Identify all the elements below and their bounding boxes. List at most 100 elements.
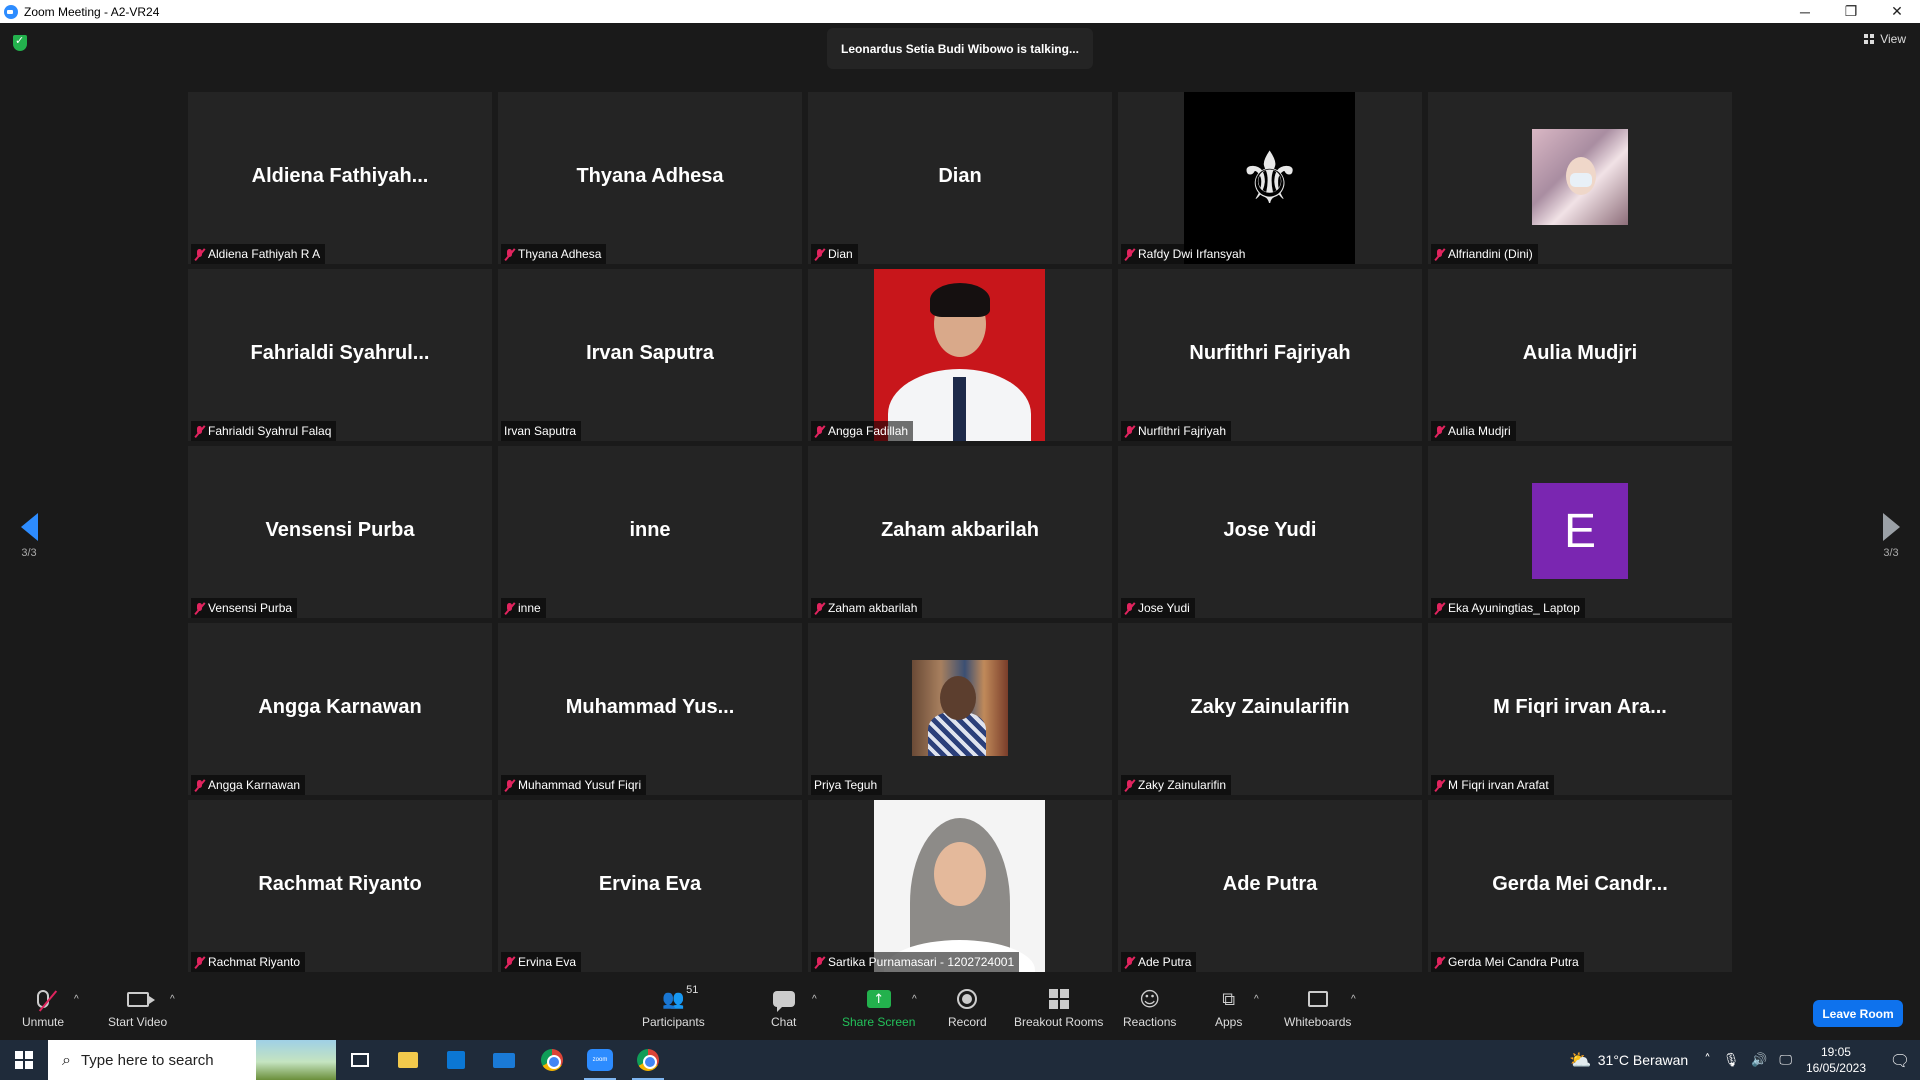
task-view-button[interactable] [336, 1040, 384, 1080]
whiteboards-button[interactable]: Whiteboards [1284, 986, 1351, 1029]
participant-tile[interactable]: ⚜ Rafdy Dwi Irfansyah [1118, 92, 1422, 264]
participant-tile[interactable]: Zaky Zainularifin Zaky Zainularifin [1118, 623, 1422, 795]
video-options-caret-icon[interactable]: ^ [170, 994, 175, 1005]
participant-display-name: Angga Karnawan [258, 695, 422, 718]
muted-mic-icon [194, 248, 205, 261]
chat-button[interactable]: Chat [771, 986, 796, 1029]
participants-button[interactable]: 👥 51 Participants [642, 984, 705, 1029]
next-page-button[interactable]: 3/3 [1866, 513, 1916, 559]
participant-tile[interactable]: inne inne [498, 446, 802, 618]
participant-profile-photo [912, 660, 1008, 756]
participant-display-name: Ervina Eva [598, 872, 702, 895]
file-explorer-button[interactable] [384, 1040, 432, 1080]
reactions-button[interactable]: ☺ Reactions [1123, 986, 1176, 1029]
participant-tile[interactable]: Priya Teguh [808, 623, 1112, 795]
restore-button[interactable]: ❐ [1828, 0, 1874, 23]
minimize-button[interactable]: ─ [1782, 0, 1828, 23]
chrome-active-icon [637, 1049, 659, 1071]
participant-tile[interactable]: Muhammad Yus... Muhammad Yusuf Fiqri [498, 623, 802, 795]
participant-name-tag: Priya Teguh [811, 775, 883, 795]
clock-date: 16/05/2023 [1805, 1061, 1866, 1075]
breakout-rooms-button[interactable]: Breakout Rooms [1014, 986, 1103, 1029]
participant-tile[interactable]: M Fiqri irvan Ara... M Fiqri irvan Arafat [1428, 623, 1732, 795]
muted-mic-icon [194, 956, 205, 969]
participant-tile[interactable]: Nurfithri Fajriyah Nurfithri Fajriyah [1118, 269, 1422, 441]
participant-name: Ervina Eva [518, 955, 577, 969]
participant-name: Ade Putra [1138, 955, 1192, 969]
participant-name-tag: Vensensi Purba [191, 598, 298, 618]
microphone-icon[interactable]: 🎙 [1723, 1053, 1740, 1068]
leave-room-button[interactable]: Leave Room [1813, 1000, 1903, 1027]
mail-button[interactable] [480, 1040, 528, 1080]
apps-options-caret-icon[interactable]: ^ [1254, 994, 1259, 1005]
zoom-taskbar-button[interactable]: zoom [576, 1040, 624, 1080]
participant-tile[interactable]: Sartika Purnamasari - 1202724001 [808, 800, 1112, 972]
participant-tile[interactable]: Alfriandini (Dini) [1428, 92, 1732, 264]
chrome-button[interactable] [528, 1040, 576, 1080]
record-button[interactable]: Record [948, 986, 987, 1029]
participant-name-tag: Sartika Purnamasari - 1202724001 [811, 952, 1020, 972]
participant-name: M Fiqri irvan Arafat [1448, 778, 1549, 792]
participant-name: Irvan Saputra [504, 424, 577, 438]
participant-tile[interactable]: Ade Putra Ade Putra [1118, 800, 1422, 972]
audio-options-caret-icon[interactable]: ^ [74, 994, 79, 1005]
share-screen-button[interactable]: ↑ Share Screen [842, 986, 915, 1029]
start-video-button[interactable]: Start Video [108, 986, 167, 1029]
participant-tile[interactable]: Vensensi Purba Vensensi Purba [188, 446, 492, 618]
chat-options-caret-icon[interactable]: ^ [812, 994, 817, 1005]
clock[interactable]: 19:05 16/05/2023 [1806, 1044, 1866, 1076]
participant-tile[interactable]: E Eka Ayuningtias_ Laptop [1428, 446, 1732, 618]
weather-text[interactable]: 31°C Berawan [1598, 1052, 1688, 1068]
share-screen-label: Share Screen [842, 1015, 916, 1029]
share-options-caret-icon[interactable]: ^ [912, 994, 917, 1005]
previous-page-button[interactable]: 3/3 [4, 513, 54, 559]
start-button[interactable] [0, 1040, 48, 1080]
participant-tile[interactable]: Irvan Saputra Irvan Saputra [498, 269, 802, 441]
participant-name: Aulia Mudjri [1448, 424, 1511, 438]
participant-display-name: Fahrialdi Syahrul... [250, 341, 430, 364]
participant-display-name: Muhammad Yus... [565, 695, 735, 718]
network-icon[interactable]: 🖵 [1779, 1053, 1792, 1068]
participant-name: Alfriandini (Dini) [1448, 247, 1533, 261]
muted-mic-icon [504, 248, 515, 261]
participant-portrait-photo [874, 800, 1045, 972]
encryption-shield-icon[interactable] [13, 34, 27, 51]
video-off-icon [126, 991, 155, 1007]
participant-tile[interactable]: Thyana Adhesa Thyana Adhesa [498, 92, 802, 264]
taskbar-search-box[interactable]: ⌕ Type here to search [48, 1040, 336, 1080]
reactions-smiley-icon: ☺ [1139, 987, 1161, 1011]
participant-name-tag: Rafdy Dwi Irfansyah [1121, 244, 1251, 264]
participant-tile[interactable]: Ervina Eva Ervina Eva [498, 800, 802, 972]
unmute-button[interactable]: Unmute [22, 986, 64, 1029]
chevron-up-icon[interactable]: ˄ [1704, 1053, 1711, 1068]
speaker-icon[interactable]: 🔊 [1751, 1053, 1767, 1068]
participant-profile-photo [1532, 129, 1628, 225]
participant-name-tag: Aldiena Fathiyah R A [191, 244, 326, 264]
participant-tile[interactable]: Aldiena Fathiyah... Aldiena Fathiyah R A [188, 92, 492, 264]
chrome-active-button[interactable] [624, 1040, 672, 1080]
participant-tile[interactable]: Dian Dian [808, 92, 1112, 264]
participant-name-tag: Nurfithri Fajriyah [1121, 421, 1232, 441]
search-highlight-image [256, 1040, 336, 1080]
participant-name-tag: Zaky Zainularifin [1121, 775, 1232, 795]
participant-tile[interactable]: Jose Yudi Jose Yudi [1118, 446, 1422, 618]
muted-mic-icon [504, 956, 515, 969]
apps-button[interactable]: ⧉ Apps [1215, 986, 1242, 1030]
page-indicator-left: 3/3 [21, 547, 37, 559]
participant-tile[interactable]: Gerda Mei Candr... Gerda Mei Candra Putra [1428, 800, 1732, 972]
page-indicator-right: 3/3 [1883, 547, 1899, 559]
muted-mic-icon [194, 425, 205, 438]
view-button[interactable]: View [1864, 32, 1906, 46]
participant-tile[interactable]: Zaham akbarilah Zaham akbarilah [808, 446, 1112, 618]
notification-button[interactable]: 🗨 [1880, 1040, 1920, 1080]
participant-display-name: Aldiena Fathiyah... [251, 164, 429, 187]
whiteboard-options-caret-icon[interactable]: ^ [1351, 994, 1356, 1005]
close-button[interactable]: ✕ [1874, 0, 1920, 23]
microsoft-store-button[interactable] [432, 1040, 480, 1080]
participant-tile[interactable]: Fahrialdi Syahrul... Fahrialdi Syahrul Fa… [188, 269, 492, 441]
participant-tile[interactable]: Angga Karnawan Angga Karnawan [188, 623, 492, 795]
participant-tile[interactable]: Rachmat Riyanto Rachmat Riyanto [188, 800, 492, 972]
participant-tile[interactable]: Angga Fadillah [808, 269, 1112, 441]
apps-icon: ⧉ [1222, 988, 1236, 1010]
participant-tile[interactable]: Aulia Mudjri Aulia Mudjri [1428, 269, 1732, 441]
